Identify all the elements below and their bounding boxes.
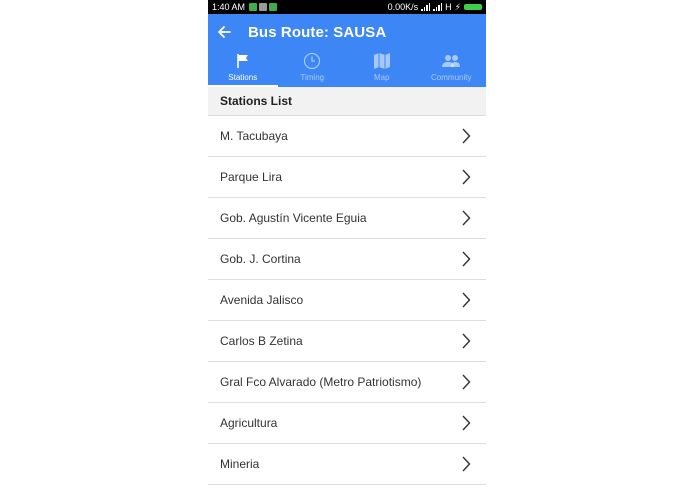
station-name: M. Tacubaya <box>220 129 288 143</box>
status-time: 1:40 AM <box>212 2 246 12</box>
tab-label: Stations <box>228 73 258 82</box>
signal-icon <box>421 3 431 11</box>
flag-icon <box>233 51 253 71</box>
list-item[interactable]: M. Tacubaya <box>208 116 486 157</box>
tab-bar: Stations Timing Map Community <box>208 50 486 87</box>
list-item[interactable]: Mineria <box>208 444 486 485</box>
chevron-right-icon <box>460 168 472 186</box>
chevron-right-icon <box>460 209 472 227</box>
list-item[interactable]: Parque Lira <box>208 157 486 198</box>
station-name: Avenida Jalisco <box>220 293 304 307</box>
network-speed: 0.00K/s <box>387 2 419 12</box>
notification-icon <box>249 3 258 11</box>
notification-icon <box>269 3 278 11</box>
app-bar: Bus Route: SAUSA Stations Timing Map Com… <box>208 14 486 87</box>
list-item[interactable]: Carlos B Zetina <box>208 321 486 362</box>
chevron-right-icon <box>460 373 472 391</box>
list-item[interactable]: Agricultura <box>208 403 486 444</box>
station-list: M. Tacubaya Parque Lira Gob. Agustín Vic… <box>208 116 486 485</box>
list-item[interactable]: Gob. J. Cortina <box>208 239 486 280</box>
station-name: Gob. Agustín Vicente Eguia <box>220 211 367 225</box>
station-name: Gral Fco Alvarado (Metro Patriotismo) <box>220 375 422 389</box>
status-bar: 1:40 AM 0.00K/s H ⚡ <box>208 0 486 14</box>
toolbar: Bus Route: SAUSA <box>208 14 486 50</box>
station-name: Agricultura <box>220 416 278 430</box>
signal-icon <box>433 3 443 11</box>
chevron-right-icon <box>460 127 472 145</box>
tab-map[interactable]: Map <box>347 50 417 87</box>
station-name: Carlos B Zetina <box>220 334 303 348</box>
tab-community[interactable]: Community <box>417 50 487 87</box>
list-item[interactable]: Avenida Jalisco <box>208 280 486 321</box>
tab-label: Timing <box>300 73 325 82</box>
list-item[interactable]: Gob. Agustín Vicente Eguia <box>208 198 486 239</box>
charging-icon: ⚡ <box>454 1 461 12</box>
status-right: 0.00K/s H ⚡ <box>388 2 482 13</box>
page-title: Bus Route: SAUSA <box>248 23 387 41</box>
list-item[interactable]: Gral Fco Alvarado (Metro Patriotismo) <box>208 362 486 403</box>
battery-icon <box>464 4 482 10</box>
clock-icon <box>302 51 322 71</box>
map-icon <box>372 51 392 71</box>
station-name: Parque Lira <box>220 170 283 184</box>
section-header: Stations List <box>208 87 486 116</box>
network-type: H <box>445 2 452 12</box>
station-name: Gob. J. Cortina <box>220 252 301 266</box>
chevron-right-icon <box>460 250 472 268</box>
tab-timing[interactable]: Timing <box>278 50 348 87</box>
station-name: Mineria <box>220 457 260 471</box>
tab-label: Map <box>373 73 390 82</box>
tab-label: Community <box>431 73 472 82</box>
tab-stations[interactable]: Stations <box>208 50 278 87</box>
chevron-right-icon <box>460 455 472 473</box>
people-icon <box>441 51 461 71</box>
phone-screen: 1:40 AM 0.00K/s H ⚡ Bus Route: SAUSA Sta… <box>208 0 486 494</box>
chevron-right-icon <box>460 414 472 432</box>
chevron-right-icon <box>460 291 472 309</box>
notification-icon <box>259 3 268 11</box>
back-button[interactable] <box>212 20 236 44</box>
chevron-right-icon <box>460 332 472 350</box>
arrow-left-icon <box>218 26 231 38</box>
